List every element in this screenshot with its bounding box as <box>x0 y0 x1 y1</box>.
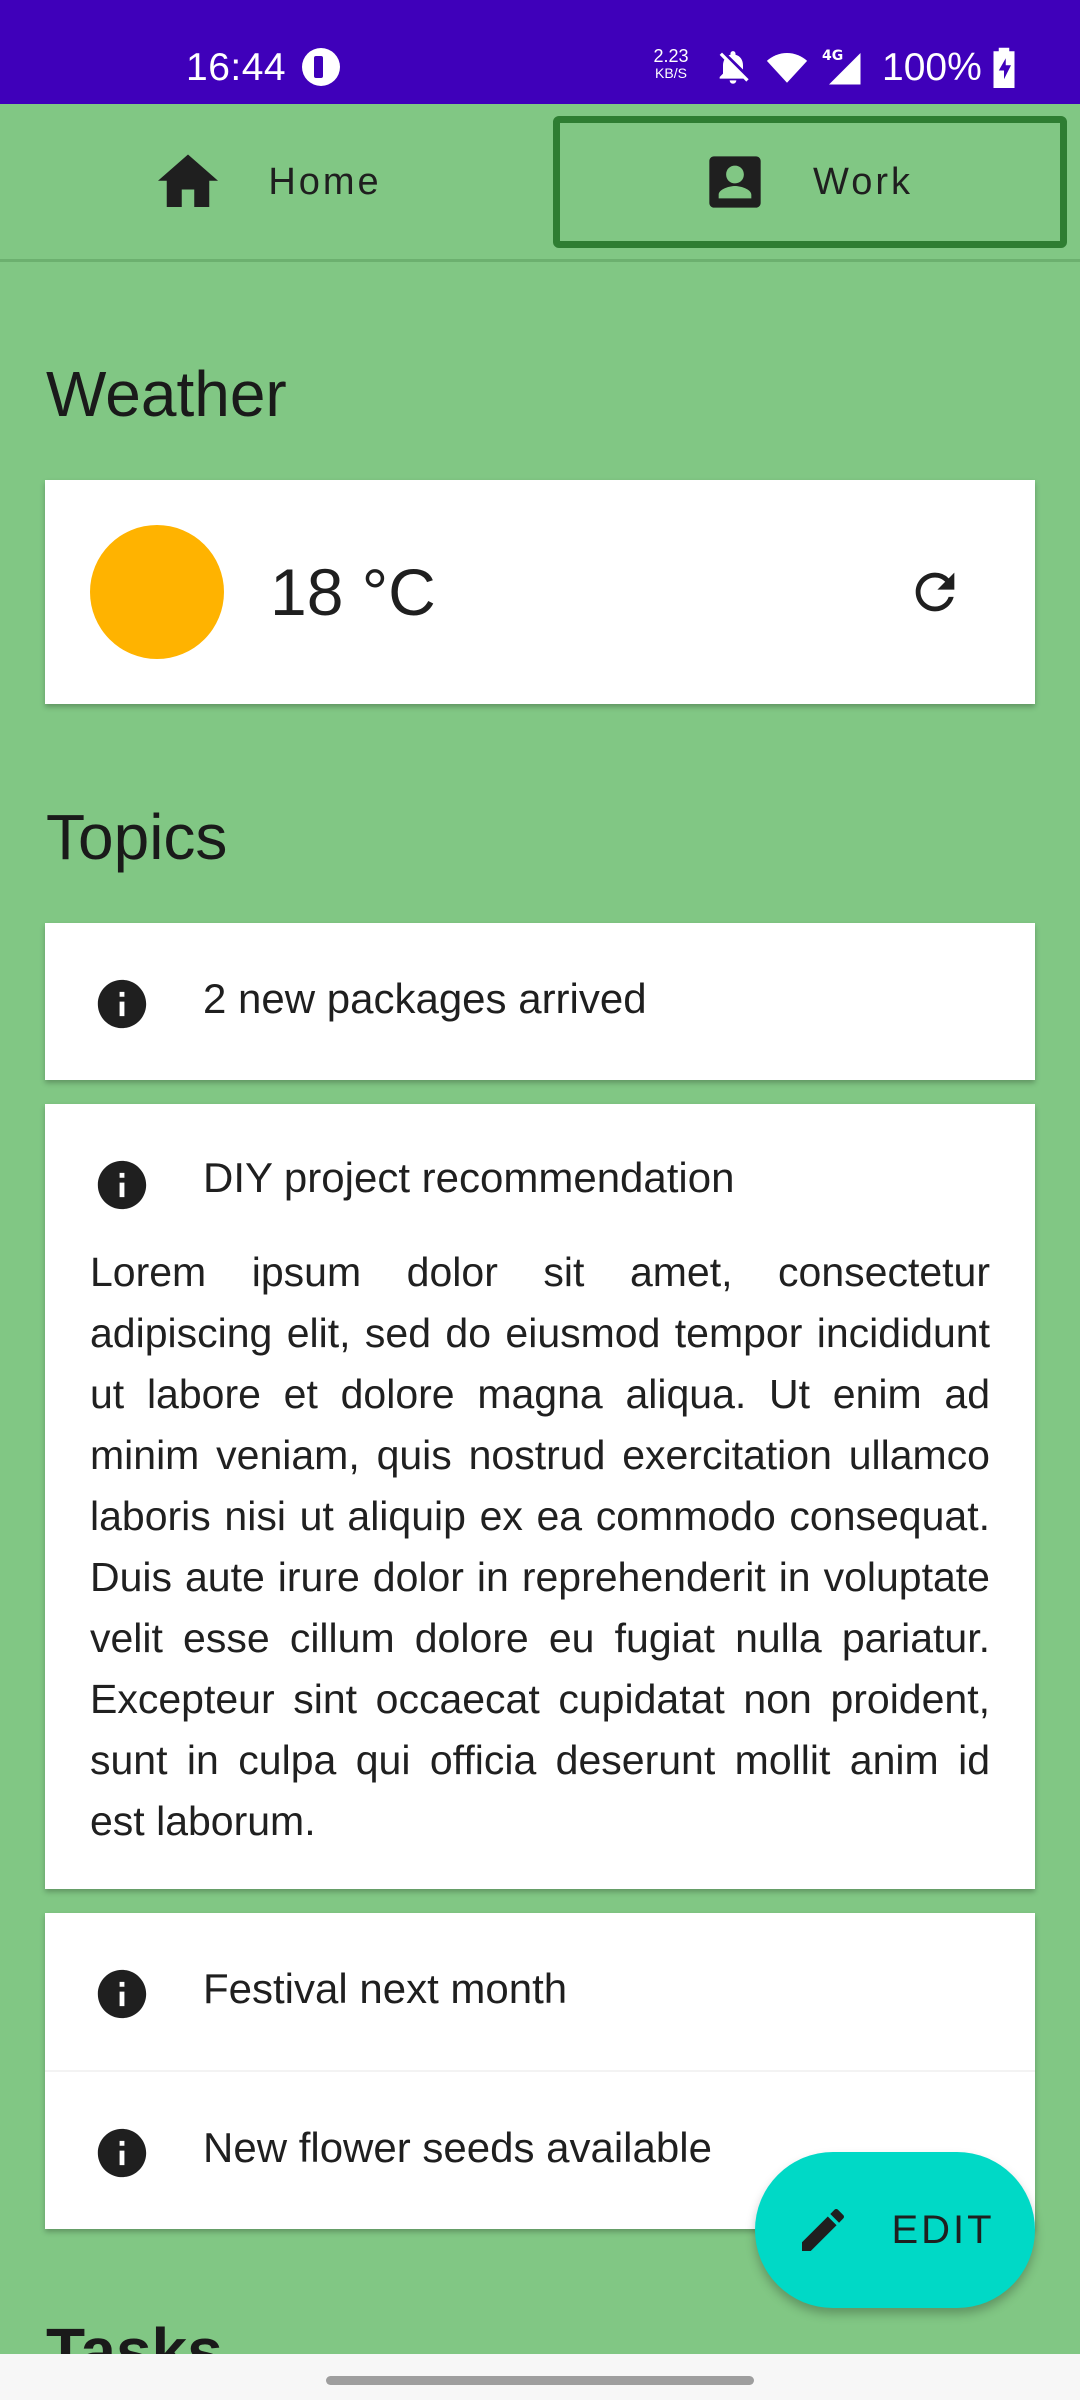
edit-button[interactable]: EDIT <box>755 2152 1035 2308</box>
svg-text:4G: 4G <box>822 48 843 64</box>
tab-bar: Home Work <box>0 104 1080 262</box>
topic-body: Lorem ipsum dolor sit amet, consectetur … <box>90 1249 990 1844</box>
weather-card: 18 °C <box>45 480 1035 704</box>
list-item[interactable]: 2 new packages arrived <box>45 923 1035 1080</box>
tab-work-label: Work <box>813 160 913 203</box>
wifi-icon <box>766 53 808 83</box>
topic-card[interactable]: 2 new packages arrived <box>45 923 1035 1080</box>
network-speed: 2.23 KB/S <box>645 46 697 82</box>
topic-title: DIY project recommendation <box>203 1154 735 1201</box>
tab-work[interactable]: Work <box>553 116 1067 248</box>
weather-section-title: Weather <box>46 358 287 430</box>
home-indicator[interactable] <box>326 2376 754 2385</box>
topic-title: New flower seeds available <box>203 2124 712 2171</box>
tab-home-label: Home <box>268 160 382 203</box>
pencil-icon <box>802 2208 845 2251</box>
refresh-button[interactable] <box>895 552 975 632</box>
topic-card-expanded[interactable]: DIY project recommendation Lorem ipsum d… <box>45 1104 1035 1889</box>
home-icon <box>158 154 219 207</box>
contact-card-icon <box>709 156 761 208</box>
topic-title: Festival next month <box>203 1965 568 2012</box>
info-icon <box>97 979 147 1029</box>
network-speed-value: 2.23 <box>653 46 689 66</box>
status-bar: 16:44 2.23 KB/S 4G 100% <box>0 0 1080 104</box>
refresh-icon <box>915 572 955 612</box>
battery-charging-icon <box>993 47 1015 88</box>
list-item[interactable]: Festival next month <box>45 1913 1035 2070</box>
info-icon <box>97 2128 147 2178</box>
tab-home[interactable]: Home <box>0 104 540 260</box>
topics-section-title: Topics <box>46 801 228 873</box>
info-icon <box>97 1160 147 1210</box>
list-item[interactable]: DIY project recommendation Lorem ipsum d… <box>45 1104 1035 1889</box>
sun-icon <box>90 525 224 659</box>
info-icon <box>97 1969 147 2019</box>
bell-off-icon <box>719 51 749 84</box>
battery-percent: 100% <box>882 46 982 89</box>
navigation-bar <box>0 2354 1080 2400</box>
status-time: 16:44 <box>186 46 287 89</box>
edit-button-label: EDIT <box>891 2207 995 2252</box>
topic-title: 2 new packages arrived <box>203 975 647 1022</box>
app-indicator-icon <box>302 48 340 86</box>
network-speed-unit: KB/S <box>655 65 687 81</box>
temperature: 18 °C <box>270 555 436 629</box>
4g-signal-icon: 4G <box>822 48 861 85</box>
